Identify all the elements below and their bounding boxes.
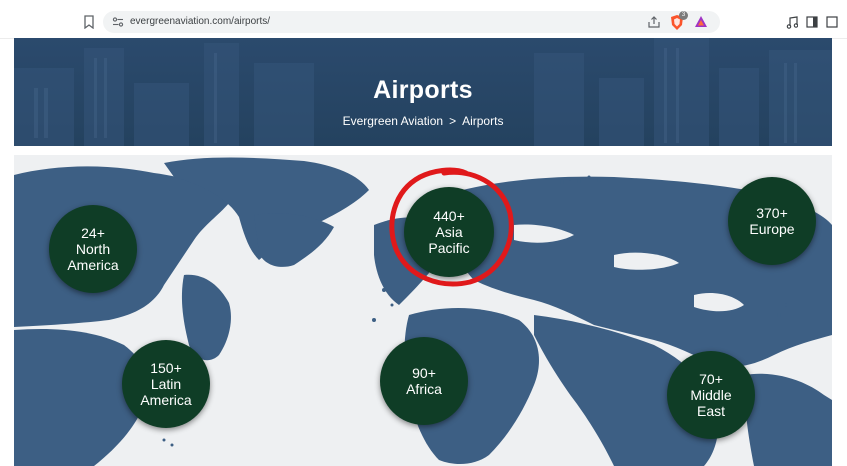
- region-north-america[interactable]: 24+ North America: [49, 205, 137, 293]
- region-name-line1: North: [75, 241, 111, 257]
- region-europe[interactable]: 370+ Europe: [728, 177, 816, 265]
- address-bar[interactable]: evergreenaviation.com/airports/ 3: [103, 11, 720, 33]
- brave-shield-icon[interactable]: 3: [669, 11, 688, 31]
- brave-rewards-icon[interactable]: [694, 15, 708, 29]
- breadcrumb-home-link[interactable]: Evergreen Aviation: [343, 114, 444, 128]
- region-count: 24+: [81, 225, 105, 241]
- region-name-line1: Latin: [150, 376, 182, 392]
- region-middle-east[interactable]: 70+ Middle East: [667, 351, 755, 439]
- region-latin-america[interactable]: 150+ Latin America: [122, 340, 210, 428]
- world-map-section: 24+ North America 440+ Asia Pacific 370+…: [14, 155, 832, 466]
- toolbar-top-strip: [0, 0, 847, 8]
- site-info-icon[interactable]: [111, 15, 125, 29]
- region-count: 90+: [412, 365, 436, 381]
- media-control-icon[interactable]: [786, 16, 798, 29]
- region-count: 370+: [756, 205, 788, 221]
- region-asia-pacific[interactable]: 440+ Asia Pacific: [404, 187, 494, 277]
- region-count: 150+: [150, 360, 182, 376]
- bookmark-icon[interactable]: [83, 15, 95, 29]
- breadcrumb-current: Airports: [462, 114, 504, 128]
- region-name-line2: America: [140, 392, 192, 408]
- panel-icon[interactable]: [826, 16, 838, 28]
- browser-toolbar: evergreenaviation.com/airports/ 3: [0, 0, 847, 39]
- hero-banner: Airports Evergreen Aviation > Airports: [14, 38, 832, 146]
- share-icon[interactable]: [647, 15, 661, 29]
- region-name-line2: East: [696, 403, 725, 419]
- page-title: Airports: [373, 76, 473, 104]
- shield-count-badge: 3: [679, 11, 688, 20]
- region-count: 70+: [699, 371, 723, 387]
- region-name-line2: Pacific: [428, 240, 470, 256]
- region-name-line1: Middle: [690, 387, 732, 403]
- region-name-line1: Europe: [749, 221, 795, 237]
- region-name-line2: America: [67, 257, 119, 273]
- region-count: 440+: [433, 208, 465, 224]
- breadcrumb-separator: >: [449, 114, 457, 128]
- sidebar-toggle-icon[interactable]: [806, 16, 818, 28]
- breadcrumb: Evergreen Aviation > Airports: [14, 114, 832, 128]
- region-name-line1: Asia: [435, 224, 463, 240]
- region-africa[interactable]: 90+ Africa: [380, 337, 468, 425]
- region-name-line1: Africa: [406, 381, 442, 397]
- url-text[interactable]: evergreenaviation.com/airports/: [130, 15, 270, 29]
